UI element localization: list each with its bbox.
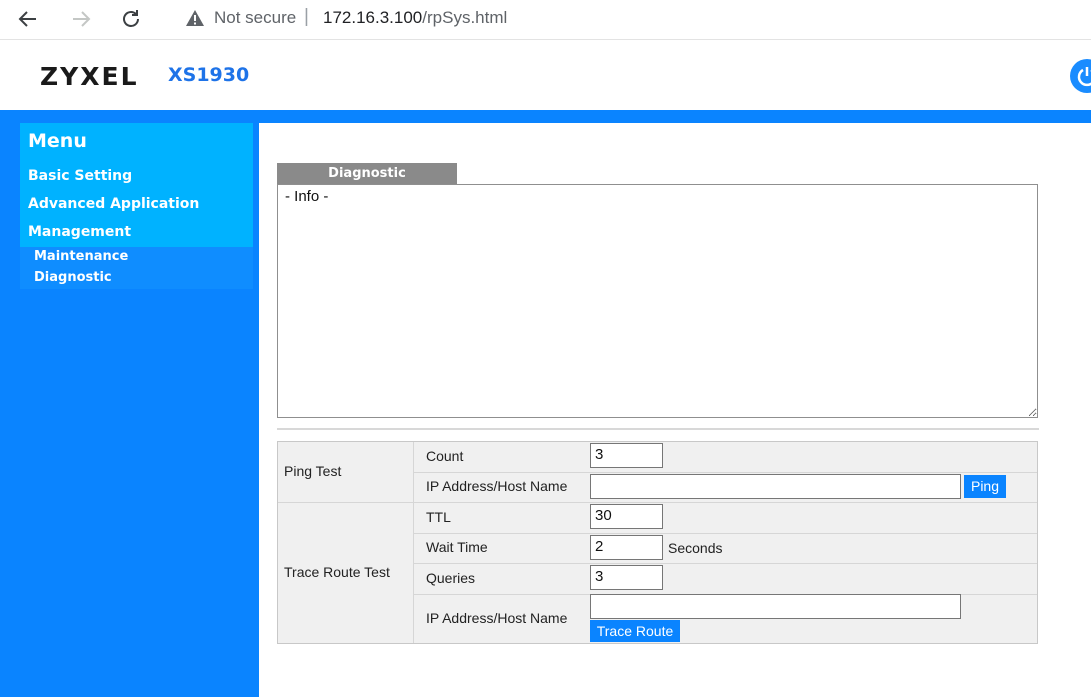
trace-route-button[interactable]: Trace Route bbox=[590, 620, 680, 642]
logout-button[interactable] bbox=[1070, 59, 1091, 93]
menu-item-basic-setting[interactable]: Basic Setting bbox=[28, 168, 132, 184]
wait-time-unit: Seconds bbox=[668, 540, 723, 556]
menu-title: Menu bbox=[20, 123, 253, 163]
queries-input[interactable]: 3 bbox=[590, 565, 663, 590]
ttl-input[interactable]: 30 bbox=[590, 504, 663, 529]
ping-count-input[interactable]: 3 bbox=[590, 443, 663, 468]
row-divider bbox=[414, 472, 1037, 473]
url-host: 172.16.3.100 bbox=[323, 8, 423, 27]
address-separator: | bbox=[304, 6, 309, 27]
section-row-divider bbox=[278, 502, 1037, 503]
ping-button[interactable]: Ping bbox=[964, 475, 1006, 498]
submenu-item-maintenance[interactable]: Maintenance bbox=[34, 249, 128, 264]
wait-time-label: Wait Time bbox=[426, 539, 488, 555]
row-divider bbox=[414, 563, 1037, 564]
ping-test-label: Ping Test bbox=[284, 463, 342, 479]
reload-button[interactable] bbox=[117, 5, 145, 33]
arrow-right-icon bbox=[73, 11, 91, 27]
ping-host-input[interactable] bbox=[590, 474, 961, 499]
reload-icon bbox=[123, 10, 139, 27]
ping-count-label: Count bbox=[426, 448, 464, 464]
forward-button[interactable] bbox=[67, 5, 95, 33]
section-divider bbox=[277, 428, 1039, 430]
browser-toolbar: Not secure | 172.16.3.100/rpSys.html bbox=[0, 0, 1091, 40]
trace-host-input[interactable] bbox=[590, 594, 961, 619]
wait-time-input[interactable]: 2 bbox=[590, 535, 663, 560]
arrow-left-icon bbox=[18, 11, 36, 27]
row-divider bbox=[414, 533, 1037, 534]
url-path: /rpSys.html bbox=[422, 8, 508, 27]
brand-logo: ZYXEL bbox=[40, 62, 139, 91]
warning-icon[interactable] bbox=[185, 9, 205, 32]
diagnostic-tab: Diagnostic bbox=[277, 163, 457, 184]
header-divider-bar bbox=[0, 110, 1091, 123]
submenu-item-diagnostic[interactable]: Diagnostic bbox=[34, 270, 112, 285]
model-name: XS1930 bbox=[168, 64, 250, 86]
menu-item-management[interactable]: Management bbox=[28, 224, 131, 240]
menu-item-advanced-application[interactable]: Advanced Application bbox=[28, 196, 199, 212]
ttl-label: TTL bbox=[426, 509, 451, 525]
trace-route-test-label: Trace Route Test bbox=[284, 564, 390, 580]
queries-label: Queries bbox=[426, 570, 476, 586]
info-textarea[interactable]: - Info - bbox=[277, 184, 1038, 418]
address-bar[interactable]: 172.16.3.100/rpSys.html bbox=[323, 8, 507, 28]
trace-host-label: IP Address/Host Name bbox=[426, 610, 568, 626]
power-icon bbox=[1077, 67, 1091, 87]
ping-host-label: IP Address/Host Name bbox=[426, 478, 568, 494]
back-button[interactable] bbox=[14, 5, 42, 33]
security-label[interactable]: Not secure bbox=[214, 8, 296, 28]
